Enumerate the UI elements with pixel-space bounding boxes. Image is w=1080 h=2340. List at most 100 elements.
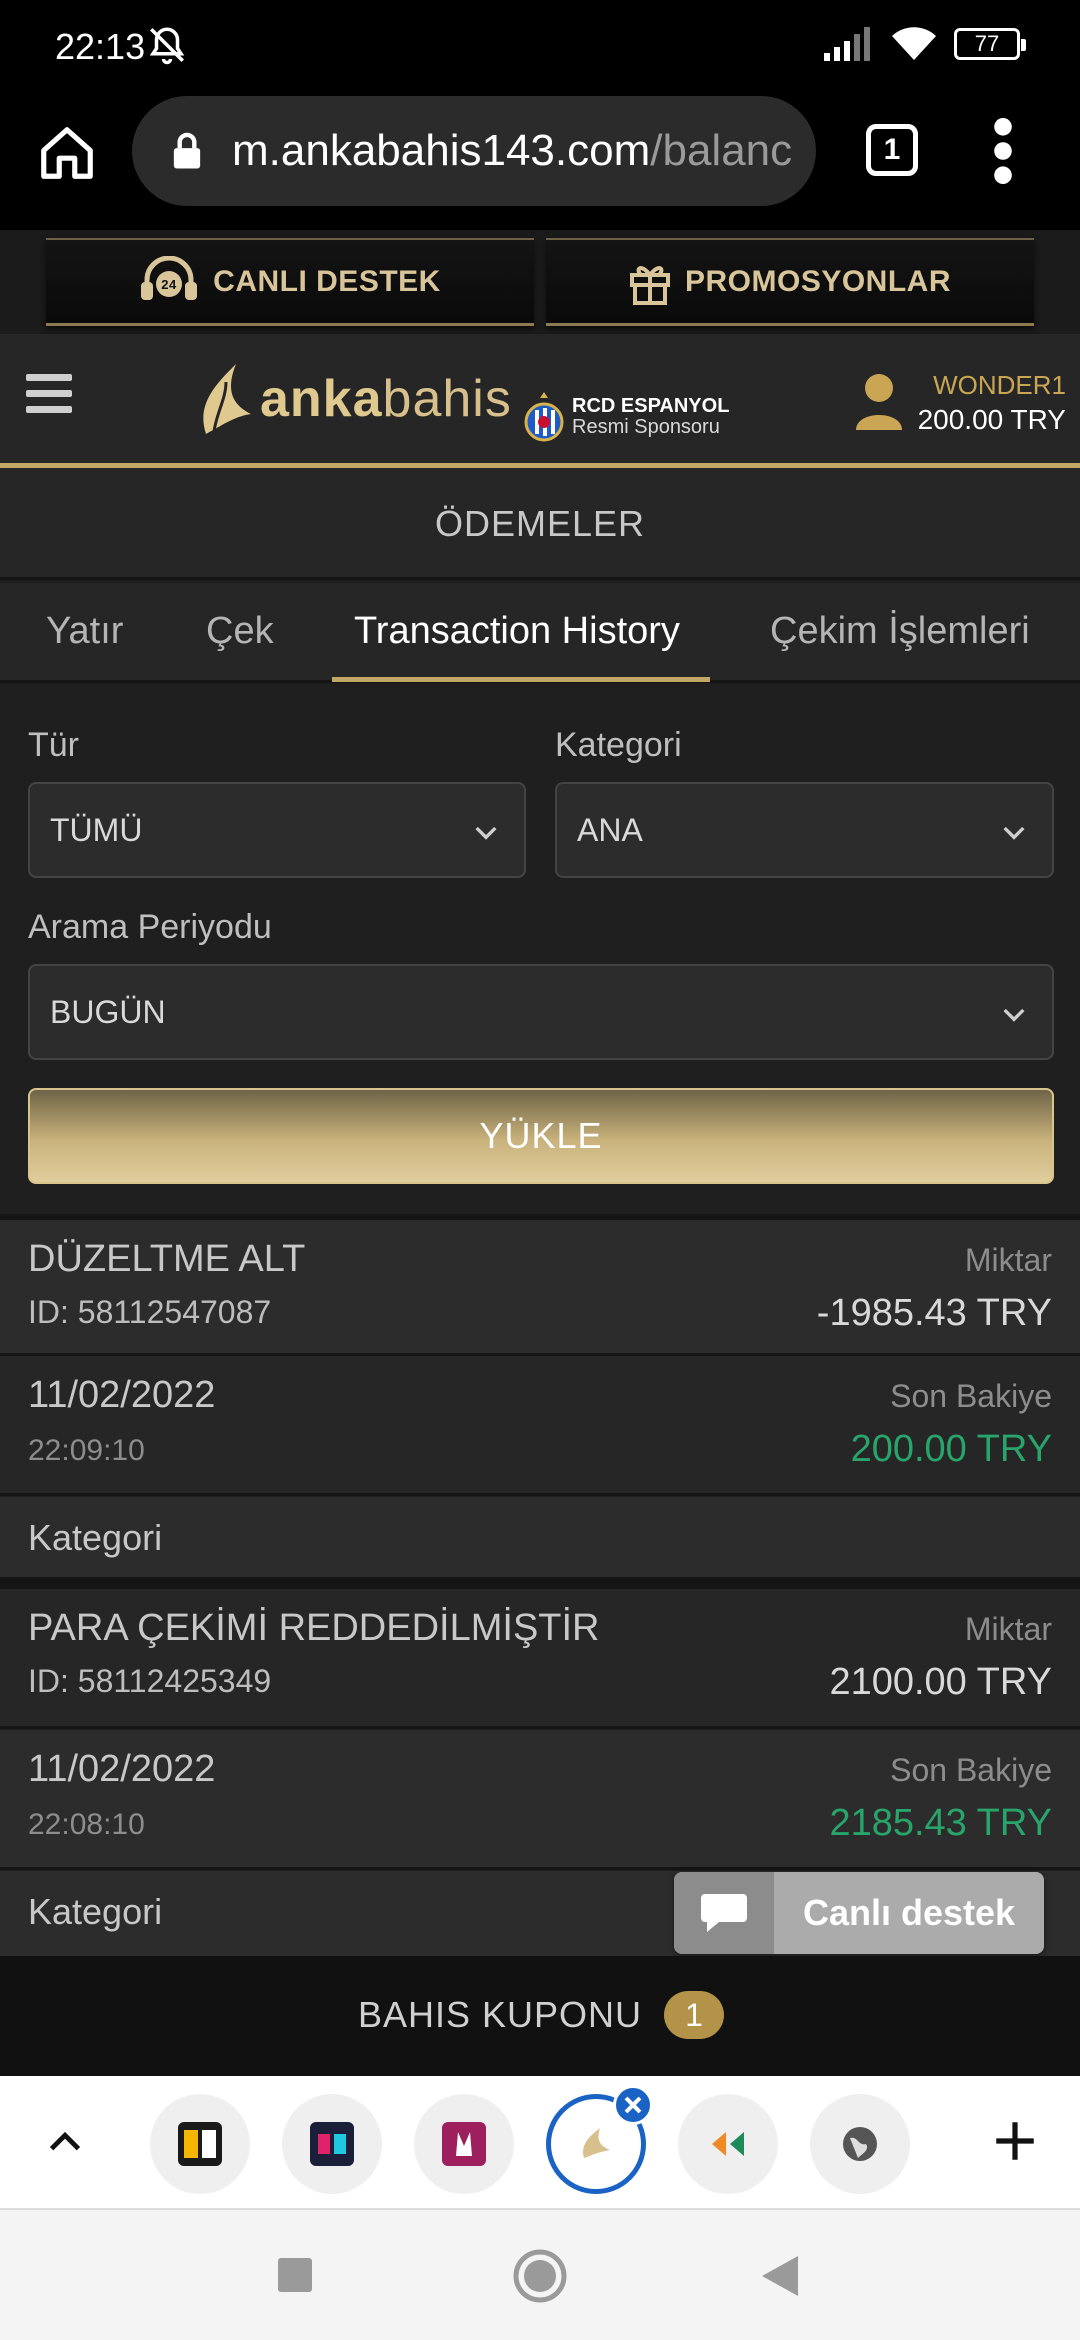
sponsor-badge: RCD ESPANYOL Resmi Sponsoru: [524, 388, 729, 446]
live-support-button[interactable]: 24 CANLI DESTEK: [46, 238, 534, 326]
home-nav-icon[interactable]: [512, 2248, 568, 2304]
promotions-button[interactable]: PROMOSYONLAR: [546, 238, 1034, 326]
site-header: ankabahis RCD ESPANYOL Resmi Sponsoru WO…: [0, 334, 1080, 468]
tab-deposit[interactable]: Yatır: [46, 583, 123, 683]
username[interactable]: WONDER1: [933, 370, 1066, 401]
tab-thumbnail-2[interactable]: [282, 2094, 382, 2194]
period-label: Arama Periyodu: [28, 908, 272, 946]
address-bar[interactable]: m.ankabahis143.com/balanc: [132, 96, 816, 206]
headset-icon: 24: [141, 255, 198, 300]
type-select-value: TÜMÜ: [50, 812, 143, 848]
balance-value: 2185.43 TRY: [829, 1802, 1052, 1844]
bell-muted-icon: [149, 27, 185, 65]
home-icon[interactable]: [36, 122, 98, 184]
bet-slip-count-badge: 1: [664, 1991, 724, 2039]
amount-value: -1985.43 TRY: [816, 1292, 1052, 1334]
status-time: 22:13: [55, 26, 146, 67]
back-nav-icon[interactable]: [760, 2254, 800, 2298]
battery-icon: 77: [954, 28, 1026, 60]
logo-text-bold: anka: [260, 370, 383, 428]
transaction-category-row: Kategori: [0, 1497, 1080, 1577]
transaction-time: 22:09:10: [28, 1434, 145, 1467]
period-select[interactable]: BUGÜN: [28, 964, 1054, 1060]
tab-thumbnail-current[interactable]: [546, 2085, 653, 2194]
live-chat-button[interactable]: Canlı destek: [674, 1872, 1044, 1954]
chat-bubble-icon: [674, 1872, 774, 1954]
balance-label: Son Bakiye: [890, 1752, 1052, 1788]
transaction-time: 22:08:10: [28, 1808, 145, 1841]
category-select-value: ANA: [577, 812, 643, 848]
transaction-date: 11/02/2022: [28, 1374, 216, 1416]
transaction-title: DÜZELTME ALT: [28, 1238, 306, 1280]
site-favicon-icon: [178, 2122, 222, 2166]
status-bar: 22:13 77: [0, 0, 1080, 92]
url-text: m.ankabahis143.com/balanc: [232, 126, 792, 176]
transaction-date-row: 11/02/2022 22:09:10 Son Bakiye 200.00 TR…: [0, 1356, 1080, 1496]
balance-value: 200.00 TRY: [850, 1428, 1052, 1470]
new-tab-plus-icon[interactable]: [990, 2116, 1040, 2166]
tab-withdraw[interactable]: Çek: [206, 583, 274, 683]
logo-text-light: bahis: [382, 370, 512, 428]
url-domain: m.ankabahis143.com: [232, 126, 651, 175]
transaction-date: 11/02/2022: [28, 1748, 216, 1790]
site-favicon-icon: [310, 2122, 354, 2166]
transaction-id: ID: 58112547087: [28, 1294, 272, 1330]
wifi-icon: [892, 27, 936, 60]
bet-slip-bar[interactable]: BAHIS KUPONU 1: [0, 1956, 1080, 2076]
active-tab-indicator: [332, 677, 710, 682]
payment-tabs: Yatır Çek Transaction History Çekim İşle…: [0, 583, 1080, 683]
load-button[interactable]: YÜKLE: [28, 1088, 1054, 1184]
live-support-label: CANLI DESTEK: [213, 264, 441, 298]
category-text: Kategori: [28, 1517, 163, 1558]
chevron-down-icon: [1003, 826, 1025, 840]
tab-thumbnail-5[interactable]: [678, 2094, 778, 2194]
site-logo[interactable]: ankabahis: [196, 354, 512, 444]
transaction-id: ID: 58112425349: [28, 1663, 272, 1699]
support-24-text: 24: [161, 277, 177, 292]
tab-thumbnail-1[interactable]: [150, 2094, 250, 2194]
transaction-row: PARA ÇEKİMİ REDDEDİLMİŞTİR ID: 581124253…: [0, 1589, 1080, 1729]
filter-panel: Tür TÜMÜ Kategori ANA Arama Periyodu BUG…: [0, 686, 1080, 1214]
promotions-label: PROMOSYONLAR: [684, 264, 951, 298]
tab-withdrawal-operations[interactable]: Çekim İşlemleri: [770, 583, 1030, 683]
sponsor-title: RCD ESPANYOL: [572, 395, 730, 417]
divider: [0, 1577, 1080, 1589]
tab-transaction-history[interactable]: Transaction History: [354, 583, 680, 683]
android-navigation-bar: [0, 2210, 1080, 2340]
site-favicon-icon: [442, 2122, 486, 2166]
tab-count-button[interactable]: 1: [866, 124, 918, 176]
globe-icon: [843, 2127, 877, 2161]
type-label: Tür: [28, 726, 79, 764]
lock-icon: [173, 132, 201, 169]
tab-thumbnail-6[interactable]: [810, 2094, 910, 2194]
transaction-row: DÜZELTME ALT ID: 58112547087 Miktar -198…: [0, 1220, 1080, 1356]
bet-slip-label: BAHIS KUPONU: [358, 1994, 643, 2035]
close-tab-icon[interactable]: [613, 2085, 653, 2125]
category-label: Kategori: [555, 726, 682, 764]
amount-label: Miktar: [964, 1242, 1052, 1278]
phoenix-favicon-icon: [583, 2128, 610, 2158]
more-vert-icon[interactable]: [988, 118, 1018, 184]
espanyol-crest-icon: [524, 392, 564, 442]
transaction-title: PARA ÇEKİMİ REDDEDİLMİŞTİR: [28, 1607, 600, 1649]
user-avatar-icon[interactable]: [854, 370, 904, 430]
sponsor-subtitle: Resmi Sponsoru: [572, 416, 720, 438]
signal-icon: [824, 27, 870, 61]
browser-toolbar: m.ankabahis143.com/balanc 1: [0, 92, 1080, 230]
recent-apps-icon[interactable]: [278, 2258, 312, 2292]
chevron-up-icon[interactable]: [42, 2118, 88, 2164]
amount-value: 2100.00 TRY: [829, 1661, 1052, 1703]
category-select[interactable]: ANA: [555, 782, 1054, 878]
phoenix-logo-icon: [203, 364, 251, 434]
type-select[interactable]: TÜMÜ: [28, 782, 526, 878]
balance-label: Son Bakiye: [890, 1378, 1052, 1414]
category-text: Kategori: [28, 1891, 163, 1932]
tab-thumbnail-3[interactable]: [414, 2094, 514, 2194]
transaction-date-row: 11/02/2022 22:08:10 Son Bakiye 2185.43 T…: [0, 1730, 1080, 1870]
gift-icon: [629, 265, 670, 305]
chevron-down-icon: [475, 826, 497, 840]
status-icons: 77: [824, 26, 1026, 62]
chevron-down-icon: [1003, 1008, 1025, 1022]
hamburger-menu-icon[interactable]: [26, 374, 72, 420]
url-path: /balanc: [650, 126, 792, 175]
